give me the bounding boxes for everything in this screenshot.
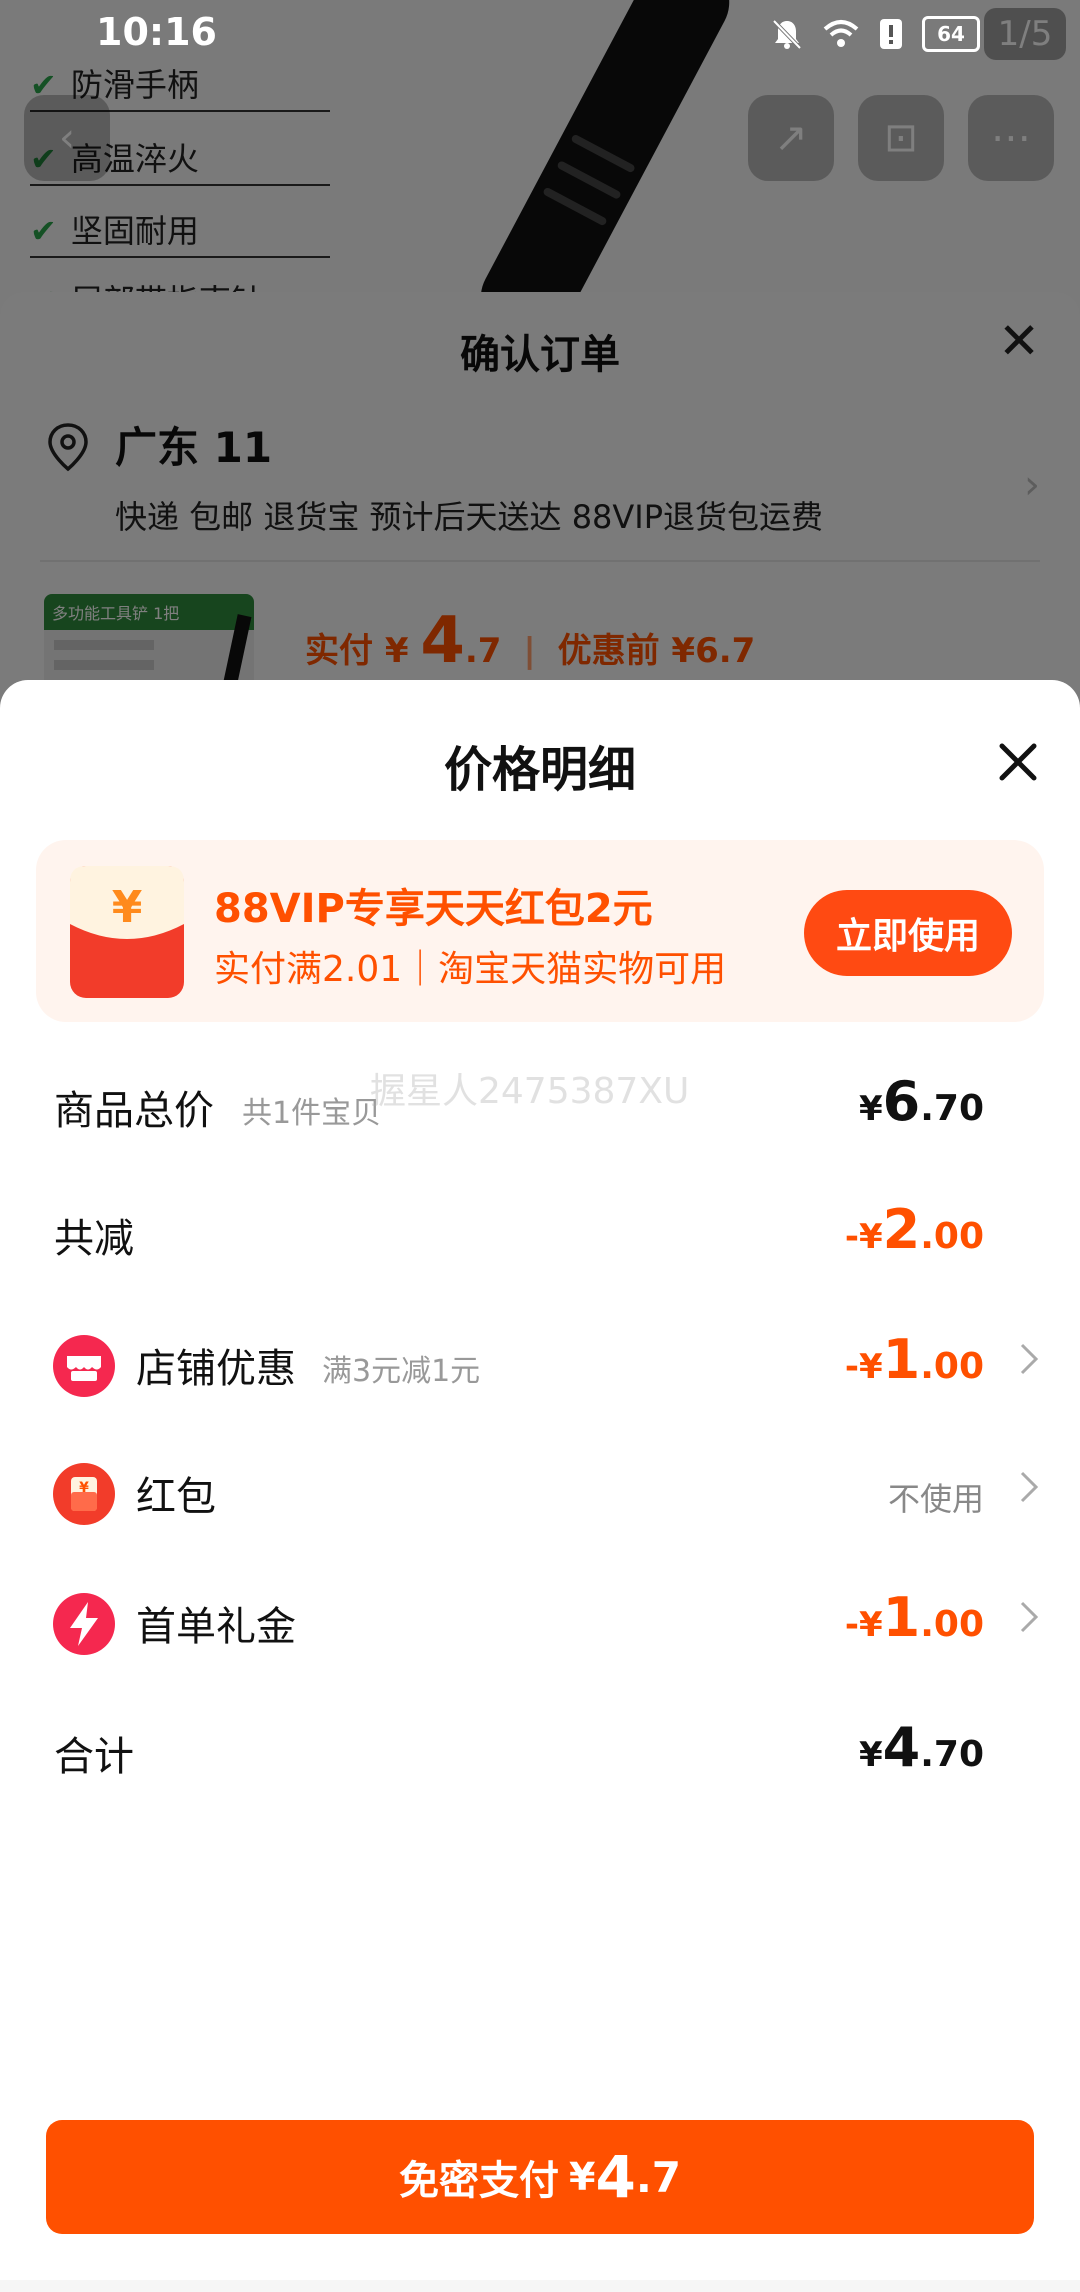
red-envelope-icon: ¥: [53, 1463, 115, 1525]
chevron-right-icon[interactable]: [1018, 1470, 1040, 1504]
price-row-total-discount: 共减 -¥2.00: [0, 1178, 1080, 1278]
price-row-shop-discount[interactable]: 店铺优惠 满3元减1元 -¥1.00: [0, 1308, 1080, 1408]
svg-text:¥: ¥: [79, 1480, 89, 1496]
row-label: 红包: [136, 1474, 216, 1520]
password-free-pay-button[interactable]: 免密支付 ¥4.7: [46, 2120, 1034, 2234]
watermark: 握星人2475387XU: [370, 1071, 690, 1112]
chevron-right-icon[interactable]: [1018, 1600, 1040, 1634]
bell-muted-icon: [772, 19, 802, 50]
row-label: 店铺优惠: [136, 1346, 296, 1392]
price-row-first-order-gift[interactable]: 首单礼金 -¥1.00: [0, 1566, 1080, 1666]
row-note: 满3元减1元: [322, 1354, 481, 1389]
row-label: 商品总价: [54, 1088, 214, 1134]
close-icon[interactable]: [992, 736, 1044, 788]
pay-button-label: 免密支付: [399, 2158, 559, 2204]
chevron-right-icon[interactable]: [1018, 1342, 1040, 1376]
row-note: 共1件宝贝: [242, 1096, 382, 1131]
sim-alert-icon: [880, 19, 902, 49]
vip-red-packet-banner: ¥ 88VIP专享天天红包2元 实付满2.01｜淘宝天猫实物可用 立即使用: [36, 840, 1044, 1022]
shop-icon: [53, 1335, 115, 1397]
wifi-icon: [823, 20, 859, 47]
promo-title: 88VIP专享天天红包2元: [214, 886, 653, 932]
sheet-title: 价格明细: [443, 742, 636, 798]
price-row-red-packet[interactable]: ¥ 红包 不使用: [0, 1436, 1080, 1536]
use-now-button[interactable]: 立即使用: [804, 890, 1012, 976]
row-value: ¥6.70: [858, 1070, 984, 1133]
promo-subtitle: 实付满2.01｜淘宝天猫实物可用: [214, 949, 727, 990]
status-bar: 10:16 64: [0, 0, 1080, 72]
row-label: 首单礼金: [136, 1604, 296, 1650]
red-envelope-icon: ¥: [70, 866, 184, 998]
price-row-total: 合计 ¥4.70: [0, 1696, 1080, 1796]
price-detail-sheet: 价格明细 ¥ 88VIP专享天天红包2元 实付满2.01｜淘宝天猫实物可用 立即…: [0, 680, 1080, 2280]
row-value: ¥4.70: [858, 1716, 984, 1779]
row-value: 不使用: [887, 1480, 984, 1518]
row-value: -¥1.00: [844, 1586, 984, 1649]
svg-text:¥: ¥: [112, 882, 143, 933]
lightning-icon: [53, 1593, 115, 1655]
battery-icon: 64: [922, 16, 980, 52]
status-time: 10:16: [96, 10, 217, 54]
row-label: 合计: [54, 1734, 134, 1780]
row-value: -¥1.00: [844, 1328, 984, 1391]
row-label: 共减: [54, 1216, 134, 1262]
row-value: -¥2.00: [844, 1198, 984, 1261]
